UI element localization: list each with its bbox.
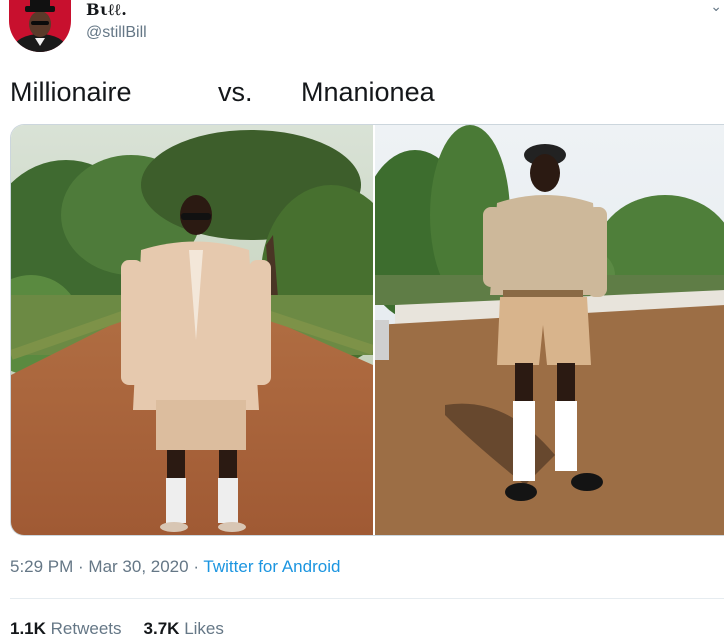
- tweet-text-mnanionea: Mnanionea: [301, 77, 435, 107]
- tweet-meta: 5:29 PM · Mar 30, 2020 · Twitter for And…: [10, 557, 340, 577]
- retweets-count: 1.1K: [10, 619, 46, 638]
- retweets-link[interactable]: 1.1K Retweets: [10, 619, 122, 638]
- display-name[interactable]: Bιℓℓ.: [86, 0, 127, 20]
- media-grid: [10, 124, 724, 536]
- retweets-label: Retweets: [50, 619, 122, 638]
- likes-link[interactable]: 3.7K Likes: [144, 619, 224, 638]
- tweet-text-vs: vs.: [218, 77, 253, 107]
- tweet-text-millionaire: Millionaire: [10, 77, 132, 107]
- separator-dot: ·: [73, 557, 89, 576]
- avatar[interactable]: [9, 0, 71, 52]
- tweet-stats: 1.1K Retweets 3.7K Likes: [10, 619, 224, 639]
- chevron-down-icon[interactable]: ⌄: [710, 0, 722, 15]
- tweet-time[interactable]: 5:29 PM: [10, 557, 73, 576]
- tweet-date[interactable]: Mar 30, 2020: [88, 557, 188, 576]
- likes-count: 3.7K: [143, 619, 180, 638]
- user-handle[interactable]: @stillBill: [86, 24, 147, 42]
- photo-millionaire[interactable]: [11, 125, 373, 535]
- photo-mnanionea[interactable]: [375, 125, 724, 535]
- likes-label: Likes: [184, 619, 224, 638]
- separator-dot: ·: [188, 557, 204, 576]
- divider: [10, 598, 724, 599]
- tweet: Bιℓℓ. @stillBill ⌄ Millionaire vs. Mnani…: [0, 0, 724, 639]
- tweet-source-link[interactable]: Twitter for Android: [203, 557, 340, 576]
